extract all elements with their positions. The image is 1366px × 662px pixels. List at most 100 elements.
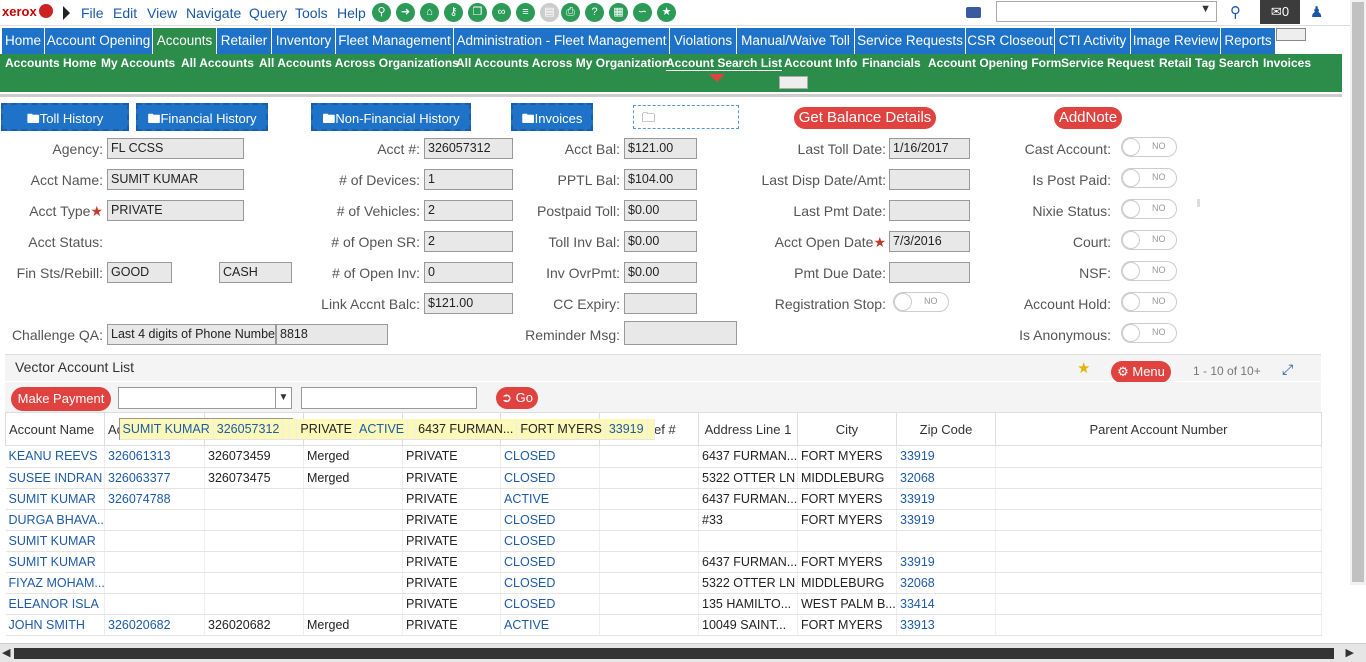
tab-cti-activity[interactable]: CTI Activity bbox=[1055, 28, 1130, 54]
nav-overflow-button[interactable] bbox=[1276, 28, 1306, 41]
h-scrollbar-thumb[interactable] bbox=[14, 648, 1334, 659]
list-icon[interactable]: ≡ bbox=[516, 3, 535, 22]
post-paid-toggle[interactable]: NO bbox=[1121, 168, 1177, 188]
subnav-account-opening-form[interactable]: Account Opening Form bbox=[928, 56, 1061, 70]
tab-fleet-management[interactable]: Fleet Management bbox=[336, 28, 453, 54]
account-hold-toggle[interactable]: NO bbox=[1121, 292, 1177, 312]
favorite-star-icon[interactable]: ★ bbox=[1077, 359, 1090, 377]
table-cell[interactable]: 33919 bbox=[605, 418, 648, 440]
tab-service-requests[interactable]: Service Requests bbox=[855, 28, 965, 54]
table-cell[interactable]: 326074788 bbox=[104, 488, 205, 510]
menu-view[interactable]: View bbox=[147, 5, 177, 21]
menu-edit[interactable]: Edit bbox=[113, 5, 137, 21]
table-cell[interactable]: 32068 bbox=[896, 572, 996, 594]
column-header[interactable]: City bbox=[797, 412, 897, 446]
table-cell[interactable]: ELEANOR ISLA bbox=[5, 593, 105, 615]
subnav-overflow-button[interactable] bbox=[779, 76, 808, 89]
table-cell[interactable]: 33913 bbox=[896, 614, 996, 636]
make-payment-button[interactable]: Make Payment bbox=[11, 387, 111, 411]
column-header[interactable]: Address Line 1 bbox=[698, 412, 798, 446]
search-button-icon[interactable]: ⚲ bbox=[1230, 3, 1241, 21]
non-financial-history-button[interactable]: 🖿Non-Financial History bbox=[311, 103, 471, 131]
table-cell[interactable]: 32068 bbox=[896, 467, 996, 489]
subnav-account-search-list[interactable]: Account Search List bbox=[666, 56, 783, 71]
scroll-right-icon[interactable]: ▶ bbox=[1346, 646, 1354, 659]
subnav-accounts-home[interactable]: Accounts Home bbox=[5, 56, 96, 70]
table-row[interactable]: SUMIT KUMAR PRIVATE CLOSED 6437 FURMAN... FO… bbox=[5, 551, 1322, 573]
table-row[interactable]: SUSEE INDRAN 326063377 326073475 Merged PRIV… bbox=[5, 467, 1322, 489]
add-note-button[interactable]: AddNote bbox=[1054, 107, 1122, 129]
subnav-service-request[interactable]: Service Request bbox=[1061, 56, 1154, 70]
subnav-my-accounts[interactable]: My Accounts bbox=[101, 56, 175, 70]
table-cell[interactable]: DURGA BHAVA... bbox=[5, 509, 105, 531]
subnav-retail-tag-search[interactable]: Retail Tag Search bbox=[1159, 56, 1259, 70]
registration-stop-toggle[interactable]: NO bbox=[893, 292, 949, 312]
home-icon[interactable]: ⌂ bbox=[420, 3, 439, 22]
table-row[interactable]: SUMIT KUMAR PRIVATE CLOSED bbox=[5, 530, 1322, 552]
scrollbar-thumb[interactable] bbox=[1352, 2, 1364, 582]
table-cell[interactable] bbox=[896, 530, 996, 552]
action-input[interactable] bbox=[301, 387, 477, 409]
table-cell[interactable]: 326020682 bbox=[104, 614, 205, 636]
financial-history-button[interactable]: 🖿Financial History bbox=[136, 103, 268, 131]
tab-inventory[interactable]: Inventory bbox=[272, 28, 335, 54]
tab-manual-waive-toll[interactable]: Manual/Waive Toll bbox=[737, 28, 854, 54]
court-toggle[interactable]: NO bbox=[1121, 230, 1177, 250]
table-cell[interactable]: CLOSED bbox=[500, 551, 600, 573]
table-cell[interactable]: CLOSED bbox=[500, 593, 600, 615]
horizontal-scrollbar[interactable]: ◀ ▶ bbox=[0, 643, 1366, 662]
print-icon[interactable]: ⎙ bbox=[561, 3, 580, 22]
table-row[interactable]: SUMIT KUMAR 326074788 PRIVATE ACTIVE 6437 FU… bbox=[5, 488, 1322, 510]
notification-badge[interactable]: ✉0 bbox=[1260, 0, 1300, 24]
table-cell[interactable]: JOHN SMITH bbox=[5, 614, 105, 636]
help-icon[interactable]: ? bbox=[585, 3, 604, 22]
table-row[interactable]: FIYAZ MOHAM... PRIVATE CLOSED 5322 OTTER LN… bbox=[5, 572, 1322, 594]
table-cell[interactable]: CLOSED bbox=[500, 530, 600, 552]
table-cell[interactable]: 33919 bbox=[896, 551, 996, 573]
tab-reports[interactable]: Reports bbox=[1221, 28, 1275, 54]
expand-icon[interactable]: ⤢ bbox=[1282, 361, 1293, 378]
subnav-all-accounts-my-org[interactable]: All Accounts Across My Organization bbox=[456, 56, 669, 70]
table-cell[interactable]: SUMIT KUMAR bbox=[5, 530, 105, 552]
table-cell[interactable]: ACTIVE bbox=[500, 488, 600, 510]
table-cell[interactable] bbox=[104, 551, 205, 573]
copy-icon[interactable]: ❐ bbox=[468, 3, 487, 22]
nsf-toggle[interactable]: NO bbox=[1121, 261, 1177, 281]
menu-file[interactable]: File bbox=[81, 5, 104, 21]
column-header[interactable]: Account Name bbox=[5, 412, 105, 446]
anonymous-toggle[interactable]: NO bbox=[1121, 323, 1177, 343]
menu-help[interactable]: Help bbox=[337, 5, 366, 21]
subnav-all-accounts[interactable]: All Accounts bbox=[181, 56, 254, 70]
vertical-scrollbar[interactable] bbox=[1350, 0, 1366, 585]
table-cell[interactable]: FIYAZ MOHAM... bbox=[5, 572, 105, 594]
grid-menu-button[interactable]: ⚙ Menu bbox=[1111, 361, 1171, 383]
table-cell[interactable]: SUMIT KUMAR bbox=[119, 418, 214, 440]
table-cell[interactable]: ACTIVE bbox=[500, 614, 600, 636]
get-balance-details-button[interactable]: Get Balance Details bbox=[794, 107, 936, 129]
table-cell[interactable] bbox=[104, 572, 205, 594]
column-header[interactable]: Zip Code bbox=[896, 412, 996, 446]
table-cell[interactable]: CLOSED bbox=[500, 467, 600, 489]
table-cell[interactable]: 326057312 bbox=[213, 418, 284, 440]
subnav-financials[interactable]: Financials bbox=[862, 56, 921, 70]
folder-button[interactable]: 🗀 bbox=[633, 105, 739, 129]
table-cell[interactable] bbox=[104, 530, 205, 552]
table-row[interactable]: JOHN SMITH 326020682 326020682 Merged PRIVAT… bbox=[5, 614, 1322, 636]
table-row[interactable]: DURGA BHAVA... PRIVATE CLOSED #33 FORT MYERS… bbox=[5, 509, 1322, 531]
column-header[interactable]: Parent Account Number bbox=[995, 412, 1322, 446]
action-select[interactable]: ▼ bbox=[118, 387, 292, 409]
table-cell[interactable] bbox=[104, 593, 205, 615]
tab-admin-fleet-management[interactable]: Administration - Fleet Management bbox=[454, 28, 669, 54]
table-cell[interactable]: CLOSED bbox=[500, 509, 600, 531]
table-cell[interactable]: SUMIT KUMAR bbox=[5, 551, 105, 573]
go-button[interactable]: ➲ Go bbox=[496, 387, 538, 409]
tab-csr-closeout[interactable]: CSR Closeout bbox=[966, 28, 1054, 54]
tab-image-review[interactable]: Image Review bbox=[1131, 28, 1220, 54]
table-cell[interactable]: 33919 bbox=[896, 446, 996, 468]
table-cell[interactable]: CLOSED bbox=[500, 572, 600, 594]
tab-account-opening[interactable]: Account Opening bbox=[45, 28, 152, 54]
table-row[interactable]: ELEANOR ISLA PRIVATE CLOSED 135 HAMILTO... W… bbox=[5, 593, 1322, 615]
menu-query[interactable]: Query bbox=[249, 5, 287, 21]
table-cell[interactable]: SUSEE INDRAN bbox=[5, 467, 105, 489]
tab-retailer[interactable]: Retailer bbox=[217, 28, 271, 54]
